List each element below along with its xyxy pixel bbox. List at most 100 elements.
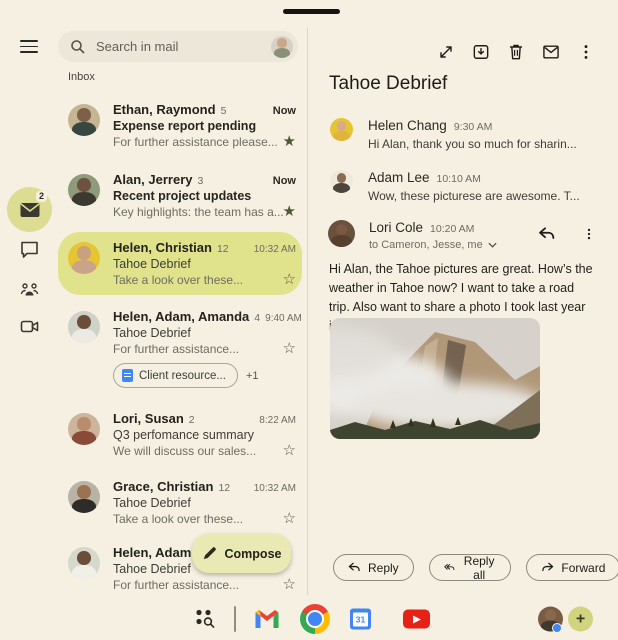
email-list-item[interactable]: Alan, Jerrery3Now Recent project updates… <box>58 164 302 227</box>
app-search-icon[interactable] <box>194 608 217 631</box>
taskbar-divider <box>234 606 236 632</box>
sender-avatar <box>68 547 100 579</box>
email-time: Now <box>273 105 296 117</box>
compose-label: Compose <box>225 547 282 561</box>
forward-label: Forward <box>561 561 605 575</box>
email-subject: Tahoe Debrief <box>113 496 296 510</box>
forward-button[interactable]: Forward <box>526 554 618 581</box>
message-sender: Lori Cole <box>369 220 423 235</box>
star-button[interactable]: ★ <box>283 205 296 219</box>
open-in-full-icon[interactable] <box>436 42 456 62</box>
email-list-item-selected[interactable]: Helen, Christian1210:32 AM Tahoe Debrief… <box>58 232 302 295</box>
calendar-day: 31 <box>353 612 368 626</box>
mail-icon <box>20 202 40 218</box>
message-sender: Helen Chang <box>368 118 447 133</box>
email-count: 4 <box>254 312 260 324</box>
calendar-app-icon[interactable]: 31 <box>350 609 371 630</box>
thread-message-collapsed[interactable]: Helen Chang 9:30 AM Hi Alan, thank you so… <box>330 118 577 151</box>
thread-footer: Reply Reply all Forward <box>333 554 618 581</box>
search-placeholder: Search in mail <box>96 39 265 54</box>
email-time: 8:22 AM <box>259 415 296 426</box>
recipients-row[interactable]: to Cameron, Jesse, me <box>369 239 497 251</box>
email-subject: Expense report pending <box>113 119 296 133</box>
attachment-name: Client resource... <box>139 370 226 382</box>
chrome-app-icon[interactable] <box>300 604 330 634</box>
reply-all-icon <box>444 562 455 573</box>
sender-avatar <box>68 242 100 274</box>
thread-message-collapsed[interactable]: Adam Lee10:10 AM Wow, these picturese ar… <box>330 170 580 203</box>
gmail-app-icon[interactable] <box>254 609 280 629</box>
email-senders: Ethan, Raymond <box>113 102 216 117</box>
chevron-down-icon <box>488 242 497 248</box>
more-options-icon[interactable] <box>576 42 596 62</box>
meet-icon[interactable] <box>20 317 39 336</box>
email-subject: Tahoe Debrief <box>113 326 296 340</box>
attachment-chip[interactable]: Client resource... <box>113 363 238 388</box>
email-snippet: For further assistance please... <box>113 135 278 149</box>
avatar-status-dot <box>552 623 562 633</box>
email-subject: Recent project updates <box>113 189 296 203</box>
message-time: 9:30 AM <box>454 121 493 133</box>
email-time: Now <box>273 175 296 187</box>
email-count: 3 <box>198 175 204 187</box>
inbox-section-label: Inbox <box>68 71 95 83</box>
email-senders: Lori, Susan <box>113 411 184 426</box>
email-count: 12 <box>217 243 229 255</box>
star-button[interactable]: ☆ <box>283 342 296 356</box>
youtube-app-icon[interactable] <box>403 610 430 629</box>
email-time: 10:32 AM <box>254 483 296 494</box>
star-button[interactable]: ☆ <box>283 512 296 526</box>
message-header-actions <box>538 226 596 242</box>
window-drag-handle[interactable] <box>283 9 340 14</box>
search-icon <box>70 39 86 55</box>
menu-bar <box>20 46 38 48</box>
email-list-item[interactable]: Lori, Susan28:22 AM Q3 perfomance summar… <box>58 403 302 466</box>
taskbar: 31 + <box>0 598 618 640</box>
thread-title: Tahoe Debrief <box>329 73 447 95</box>
sender-avatar <box>330 170 353 193</box>
yosemite-photo <box>330 318 540 439</box>
delete-icon[interactable] <box>506 42 526 62</box>
pencil-icon <box>202 546 217 561</box>
email-senders: Helen, Adam, Amanda <box>113 309 249 324</box>
chat-icon[interactable] <box>20 240 39 259</box>
sender-avatar <box>68 104 100 136</box>
email-time: 9:40 AM <box>265 313 302 324</box>
email-time: 10:32 AM <box>254 244 296 255</box>
reply-icon[interactable] <box>538 227 556 241</box>
email-subject: Q3 perfomance summary <box>113 428 296 442</box>
pane-divider <box>307 28 308 595</box>
account-avatar[interactable] <box>271 36 293 58</box>
search-bar[interactable]: Search in mail <box>58 31 298 62</box>
star-button[interactable]: ★ <box>283 135 296 149</box>
email-snippet: We will discuss our sales... <box>113 444 256 458</box>
mail-unread-badge: 2 <box>36 191 47 202</box>
compose-button[interactable]: Compose <box>192 534 291 573</box>
taskbar-plus-button[interactable]: + <box>568 607 593 632</box>
archive-icon[interactable] <box>471 42 491 62</box>
sender-avatar <box>330 118 353 141</box>
spaces-icon[interactable] <box>20 280 39 299</box>
more-options-icon[interactable] <box>582 226 596 242</box>
message-time: 10:10 AM <box>437 173 481 185</box>
star-button[interactable]: ☆ <box>283 273 296 287</box>
message-snippet: Hi Alan, thank you so much for sharin... <box>368 137 577 151</box>
reply-button[interactable]: Reply <box>333 554 414 581</box>
attachment-photo[interactable] <box>330 318 540 439</box>
menu-button[interactable] <box>20 40 38 53</box>
recipients-text: to Cameron, Jesse, me <box>369 239 483 251</box>
email-list-item[interactable]: Grace, Christian1210:32 AM Tahoe Debrief… <box>58 471 302 534</box>
email-list-item[interactable]: Helen, Adam, Amanda 4 9:40 AM Tahoe Debrie… <box>58 301 302 396</box>
reply-all-button[interactable]: Reply all <box>429 554 512 581</box>
mark-unread-icon[interactable] <box>541 42 561 62</box>
email-count: 5 <box>221 105 227 117</box>
email-list-item[interactable]: Ethan, Raymond 5 Now Expense report pendin… <box>58 94 302 157</box>
email-snippet: For further assistance... <box>113 342 239 356</box>
google-doc-icon <box>122 369 133 382</box>
rail-mail-tab[interactable]: 2 <box>7 187 52 232</box>
star-button[interactable]: ☆ <box>283 578 296 592</box>
attachment-more-count: +1 <box>246 370 259 382</box>
email-subject: Tahoe Debrief <box>113 257 296 271</box>
star-button[interactable]: ☆ <box>283 444 296 458</box>
message-sender: Adam Lee <box>368 170 430 185</box>
